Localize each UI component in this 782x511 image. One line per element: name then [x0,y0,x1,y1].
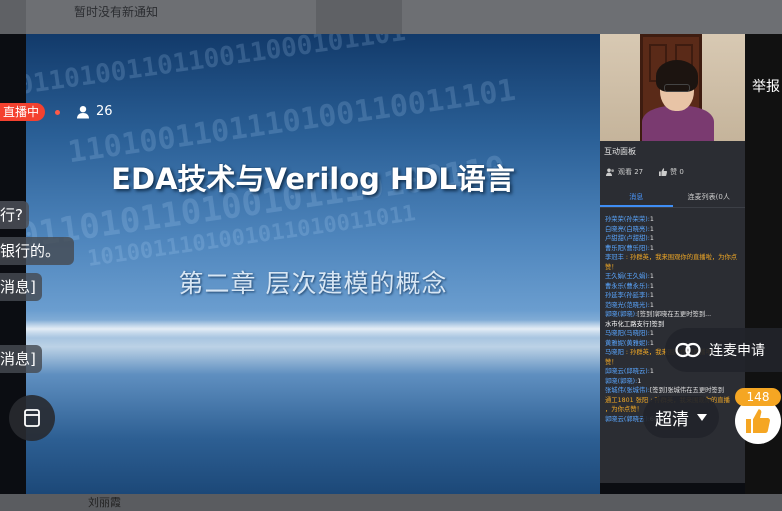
message-sender: 范晓光(范晓光): [605,301,650,309]
message-text: 1 [649,235,654,242]
message-sender: 王久娟(王久娟): [605,273,650,280]
message-sender: 曹乐阳(曹乐阳): [605,244,650,252]
background-header: 暂时没有新通知 [0,0,782,34]
panel-tabs: 消息 连麦列表(0人 [600,189,745,208]
notification-text: 暂时没有新通知 [74,5,159,19]
message-text: 1 [649,282,654,290]
message-sender: 马晓阳(马晓阳): [605,330,650,337]
message-sender: 孙荣荣(孙荣荣): [605,216,650,223]
thumb-up-icon [746,409,770,433]
chat-bubble: 行? [0,201,29,229]
viewer-count: 26 [76,103,113,121]
cup-icon [24,409,40,427]
lianmai-request-button[interactable]: 连麦申请 [665,328,782,372]
message-text: 水市化工路支行]签到 [605,320,665,328]
message-text: 1 [649,244,654,252]
message-sender: 曹永乐(曹永乐): [605,282,650,290]
message-list: 孙荣荣(孙荣荣):1 白晓亮(白晓亮):1 卢甜甜(卢甜甜):1 曹乐阳(曹乐阳):1… [605,215,745,424]
users-icon [606,168,614,176]
chat-bubble: 消息] [0,273,42,301]
panel-stats: 观看 27 赞 0 [606,167,684,177]
message-sender: 郭晓(郭晓): [605,377,638,385]
message-text: : 孙群英，我来围观你的直播啦，为你点 [625,254,738,261]
message-sender: 郭晓(郭晓): [605,311,638,318]
chat-message: 曹永乐(曹永乐):1 [605,282,745,292]
panel-title: 互动面板 [604,147,636,156]
chat-message: 孙荣荣(孙荣荣):1 [605,215,745,225]
chat-message: 郭晓(郭晓):[签到]郭晓在五更时签到... [605,310,745,320]
message-sender: 马晓阳 [605,349,626,356]
message-text: [签到]张城伟在五更时签到 [649,387,725,394]
message-text: 赞！ [605,263,618,271]
quality-label: 超清 [655,409,689,430]
message-text: 1 [649,330,654,337]
background-username: 刘丽霞 [88,496,121,509]
message-text: 赞！ [605,358,618,366]
message-sender: 张城伟(张城伟): [605,387,650,394]
slide-subtitle: 第二章 层次建模的概念 [178,269,448,298]
background-column [0,0,26,34]
chat-message: 王久娟(王久娟):1 [605,272,745,282]
thumb-up-icon [659,168,668,176]
teacher-camera-feed [600,34,745,141]
chat-message: 孙延李(孙延李):1 [605,291,745,301]
chat-message: 白晓亮(白晓亮):1 [605,225,745,235]
background-column [316,0,402,34]
live-status-badge: 直播中 [0,103,46,121]
chat-message: 曹乐阳(曹乐阳):1 [605,244,745,254]
chat-message: 卢甜甜(卢甜甜):1 [605,234,745,244]
message-sender: 孙延李(孙延李): [605,292,650,299]
message-text: [签到]郭晓在五更时签到... [637,311,712,318]
quality-select[interactable]: 超清 [643,396,719,438]
message-sender: 黄雅妮(黄雅妮): [605,339,650,347]
message-text: 1 [649,273,654,280]
panel-viewers: 观看 27 [606,167,643,177]
chat-message: 赞！ [605,263,745,273]
report-button[interactable]: 举报 [752,76,780,96]
message-text: 1 [649,225,654,233]
presenter-body [642,106,714,141]
message-text: 1 [649,301,654,309]
message-text: 1 [649,368,654,375]
message-text: ，为你点赞！ [605,406,643,413]
message-sender: 卢甜甜(卢甜甜): [605,235,650,242]
live-dot-icon [55,110,60,115]
tab-lianmai-list[interactable]: 连麦列表(0人 [673,189,746,207]
lianmai-label: 连麦申请 [709,343,765,359]
chat-message: 范晓光(范晓光):1 [605,301,745,311]
caret-down-icon [697,413,707,421]
chat-bubble: 消息] [0,345,42,373]
message-text: 1 [649,339,654,347]
panel-likes-text: 赞 0 [670,168,684,176]
tab-messages[interactable]: 消息 [600,189,673,207]
background-footer: 刘丽霞 [0,494,782,511]
chat-message: 李冠丰 : 孙群英，我来围观你的直播啦，为你点 [605,253,745,263]
link-icon [675,342,701,358]
slide-title: EDA技术与Verilog HDL语言 [111,162,515,196]
panel-likes: 赞 0 [659,167,684,177]
light-beam [26,320,600,338]
message-sender: 邱晓云(邱晓云): [605,368,650,375]
chat-message: 郭晓(郭晓):1 [605,377,745,387]
message-text: 1 [649,292,654,299]
panel-viewers-text: 观看 27 [618,168,644,176]
message-sender: 李冠丰 [605,254,626,261]
cup-button[interactable] [9,395,55,441]
binary-decoration: 0110100110110011000101101 [26,34,408,102]
user-icon [77,106,89,119]
glasses [664,84,690,92]
message-text: 1 [637,377,642,385]
like-count-badge: 148 [735,388,781,406]
viewer-count-value: 26 [96,104,113,119]
chat-message: 张城伟(张城伟):[签到]张城伟在五更时签到 [605,386,745,396]
chat-bubble: 银行的。 [0,237,75,265]
message-sender: 白晓亮(白晓亮): [605,225,650,233]
message-text: 1 [649,216,654,223]
